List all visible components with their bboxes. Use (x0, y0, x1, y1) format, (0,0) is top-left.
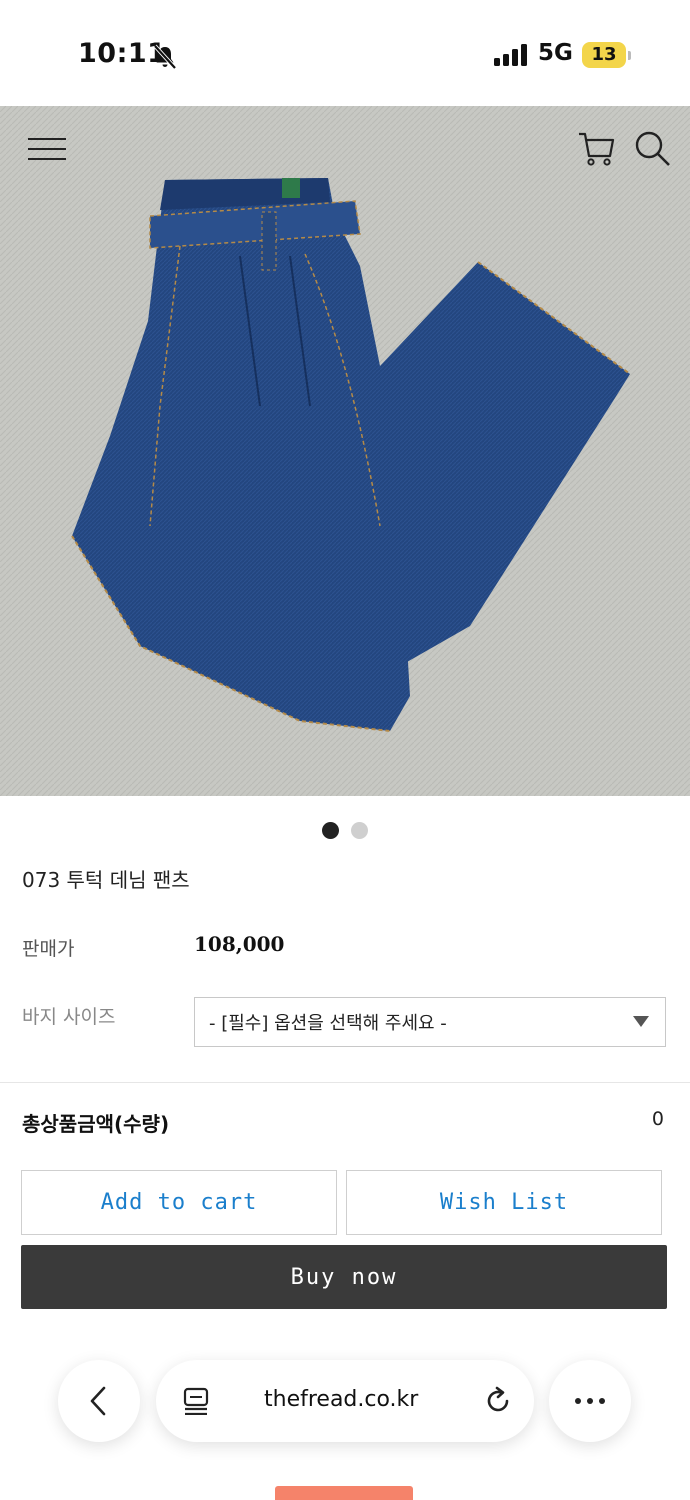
search-icon[interactable] (632, 128, 672, 168)
divider (0, 1082, 690, 1083)
denim-pants-illustration (0, 106, 690, 796)
more-button[interactable] (549, 1360, 631, 1442)
size-select[interactable]: - [필수] 옵션을 선택해 주세요 - (194, 997, 666, 1047)
product-name: 073 투턱 데님 팬츠 (22, 868, 190, 892)
hamburger-menu-icon[interactable] (28, 136, 66, 162)
more-horizontal-icon (575, 1398, 605, 1404)
buy-now-button[interactable]: Buy now (21, 1245, 667, 1309)
price-label: 판매가 (22, 938, 75, 960)
network-label: 5G (538, 40, 573, 66)
chevron-down-icon (633, 1016, 649, 1027)
total-value: 0 (651, 1108, 664, 1130)
battery-level: 13 (591, 44, 617, 65)
wish-list-button[interactable]: Wish List (346, 1170, 662, 1235)
carousel-indicator (0, 822, 690, 839)
url-text: thefread.co.kr (264, 1387, 419, 1412)
reload-icon[interactable] (482, 1385, 514, 1417)
battery-icon: 13 (582, 42, 626, 68)
carousel-dot-2[interactable] (351, 822, 368, 839)
address-bar[interactable]: thefread.co.kr (156, 1360, 534, 1442)
carousel-dot-1[interactable] (322, 822, 339, 839)
status-bar: 10:11 5G 13 (0, 0, 690, 106)
peek-button[interactable] (275, 1486, 413, 1500)
total-label: 총상품금액(수량) (22, 1112, 170, 1136)
product-image[interactable] (0, 106, 690, 796)
battery-nub (628, 51, 631, 60)
size-select-value: - [필수] 옵션을 선택해 주세요 - (209, 1013, 447, 1034)
signal-icon (494, 44, 527, 66)
add-to-cart-button[interactable]: Add to cart (21, 1170, 337, 1235)
page-menu-icon[interactable] (182, 1387, 210, 1415)
back-button[interactable] (58, 1360, 140, 1442)
option-label: 바지 사이즈 (22, 1006, 116, 1028)
bell-slash-icon (153, 44, 177, 70)
price-value: 108,000 (194, 932, 285, 956)
chevron-left-icon (90, 1386, 106, 1416)
cart-icon[interactable] (576, 128, 616, 168)
